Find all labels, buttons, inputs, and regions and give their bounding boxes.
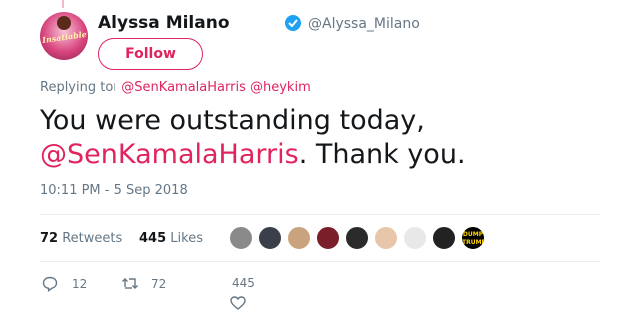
follow-button[interactable]: Follow <box>98 38 203 70</box>
replying-to-label: Replying to <box>40 80 114 95</box>
replying-to-line: Replying to @SenKamalaHarris @heykim <box>40 80 311 95</box>
tweet-timestamp[interactable]: 10:11 PM - 5 Sep 2018 <box>40 183 188 198</box>
avatar-figure <box>57 16 71 30</box>
avatar-logo-text: Insatiable <box>41 28 88 46</box>
liker-avatar[interactable] <box>345 226 369 250</box>
liker-avatar[interactable] <box>229 226 253 250</box>
divider <box>40 214 600 215</box>
display-name[interactable]: Alyssa Milano <box>98 13 230 33</box>
likes-stat[interactable]: 445 Likes <box>139 231 203 246</box>
liker-avatar[interactable]: DUMP TRUMP <box>461 226 485 250</box>
divider <box>40 261 600 262</box>
liker-avatar[interactable] <box>287 226 311 250</box>
retweets-stat[interactable]: 72 Retweets <box>40 231 122 246</box>
avatar[interactable]: Insatiable <box>40 12 88 60</box>
retweet-icon <box>122 278 138 289</box>
reply-mention-link[interactable]: @heykim <box>250 80 311 95</box>
tweet-text-line: You were outstanding today, <box>40 105 425 136</box>
tweet-text-suffix: . Thank you. <box>298 139 466 170</box>
reply-count: 12 <box>72 277 88 291</box>
retweets-count: 72 <box>40 231 59 246</box>
likes-count: 445 <box>139 231 167 246</box>
liker-avatar[interactable] <box>258 226 282 250</box>
heart-icon <box>230 296 246 310</box>
thread-connector-line <box>62 0 64 8</box>
like-action[interactable]: 445 <box>230 274 290 310</box>
retweet-count: 72 <box>151 277 167 291</box>
likes-label: Likes <box>170 231 203 246</box>
tweet-header: Insatiable Alyssa Milano @Alyssa_Milano … <box>40 10 600 80</box>
user-handle[interactable]: @Alyssa_Milano <box>308 16 420 32</box>
tweet-mention-link[interactable]: @SenKamalaHarris <box>40 139 299 170</box>
liker-avatar[interactable] <box>316 226 340 250</box>
retweet-action[interactable]: 72 <box>121 274 181 294</box>
retweets-label: Retweets <box>62 231 123 246</box>
reply-indicator-icon <box>114 83 120 91</box>
liker-avatar[interactable] <box>403 226 427 250</box>
liker-avatar[interactable] <box>432 226 456 250</box>
reply-mention-link[interactable]: @SenKamalaHarris <box>121 80 246 95</box>
reply-action[interactable]: 12 <box>42 274 92 294</box>
tweet-text: You were outstanding today, @SenKamalaHa… <box>40 104 600 172</box>
reply-icon <box>42 276 58 292</box>
liker-avatar[interactable] <box>374 226 398 250</box>
verified-badge-icon <box>285 15 301 31</box>
like-count: 445 <box>232 276 255 290</box>
tweet-actions: 12 72 445 <box>40 274 340 310</box>
dump-trump-text-line2: TRUMP <box>462 239 485 246</box>
dump-trump-text-line1: DUMP <box>462 231 484 238</box>
